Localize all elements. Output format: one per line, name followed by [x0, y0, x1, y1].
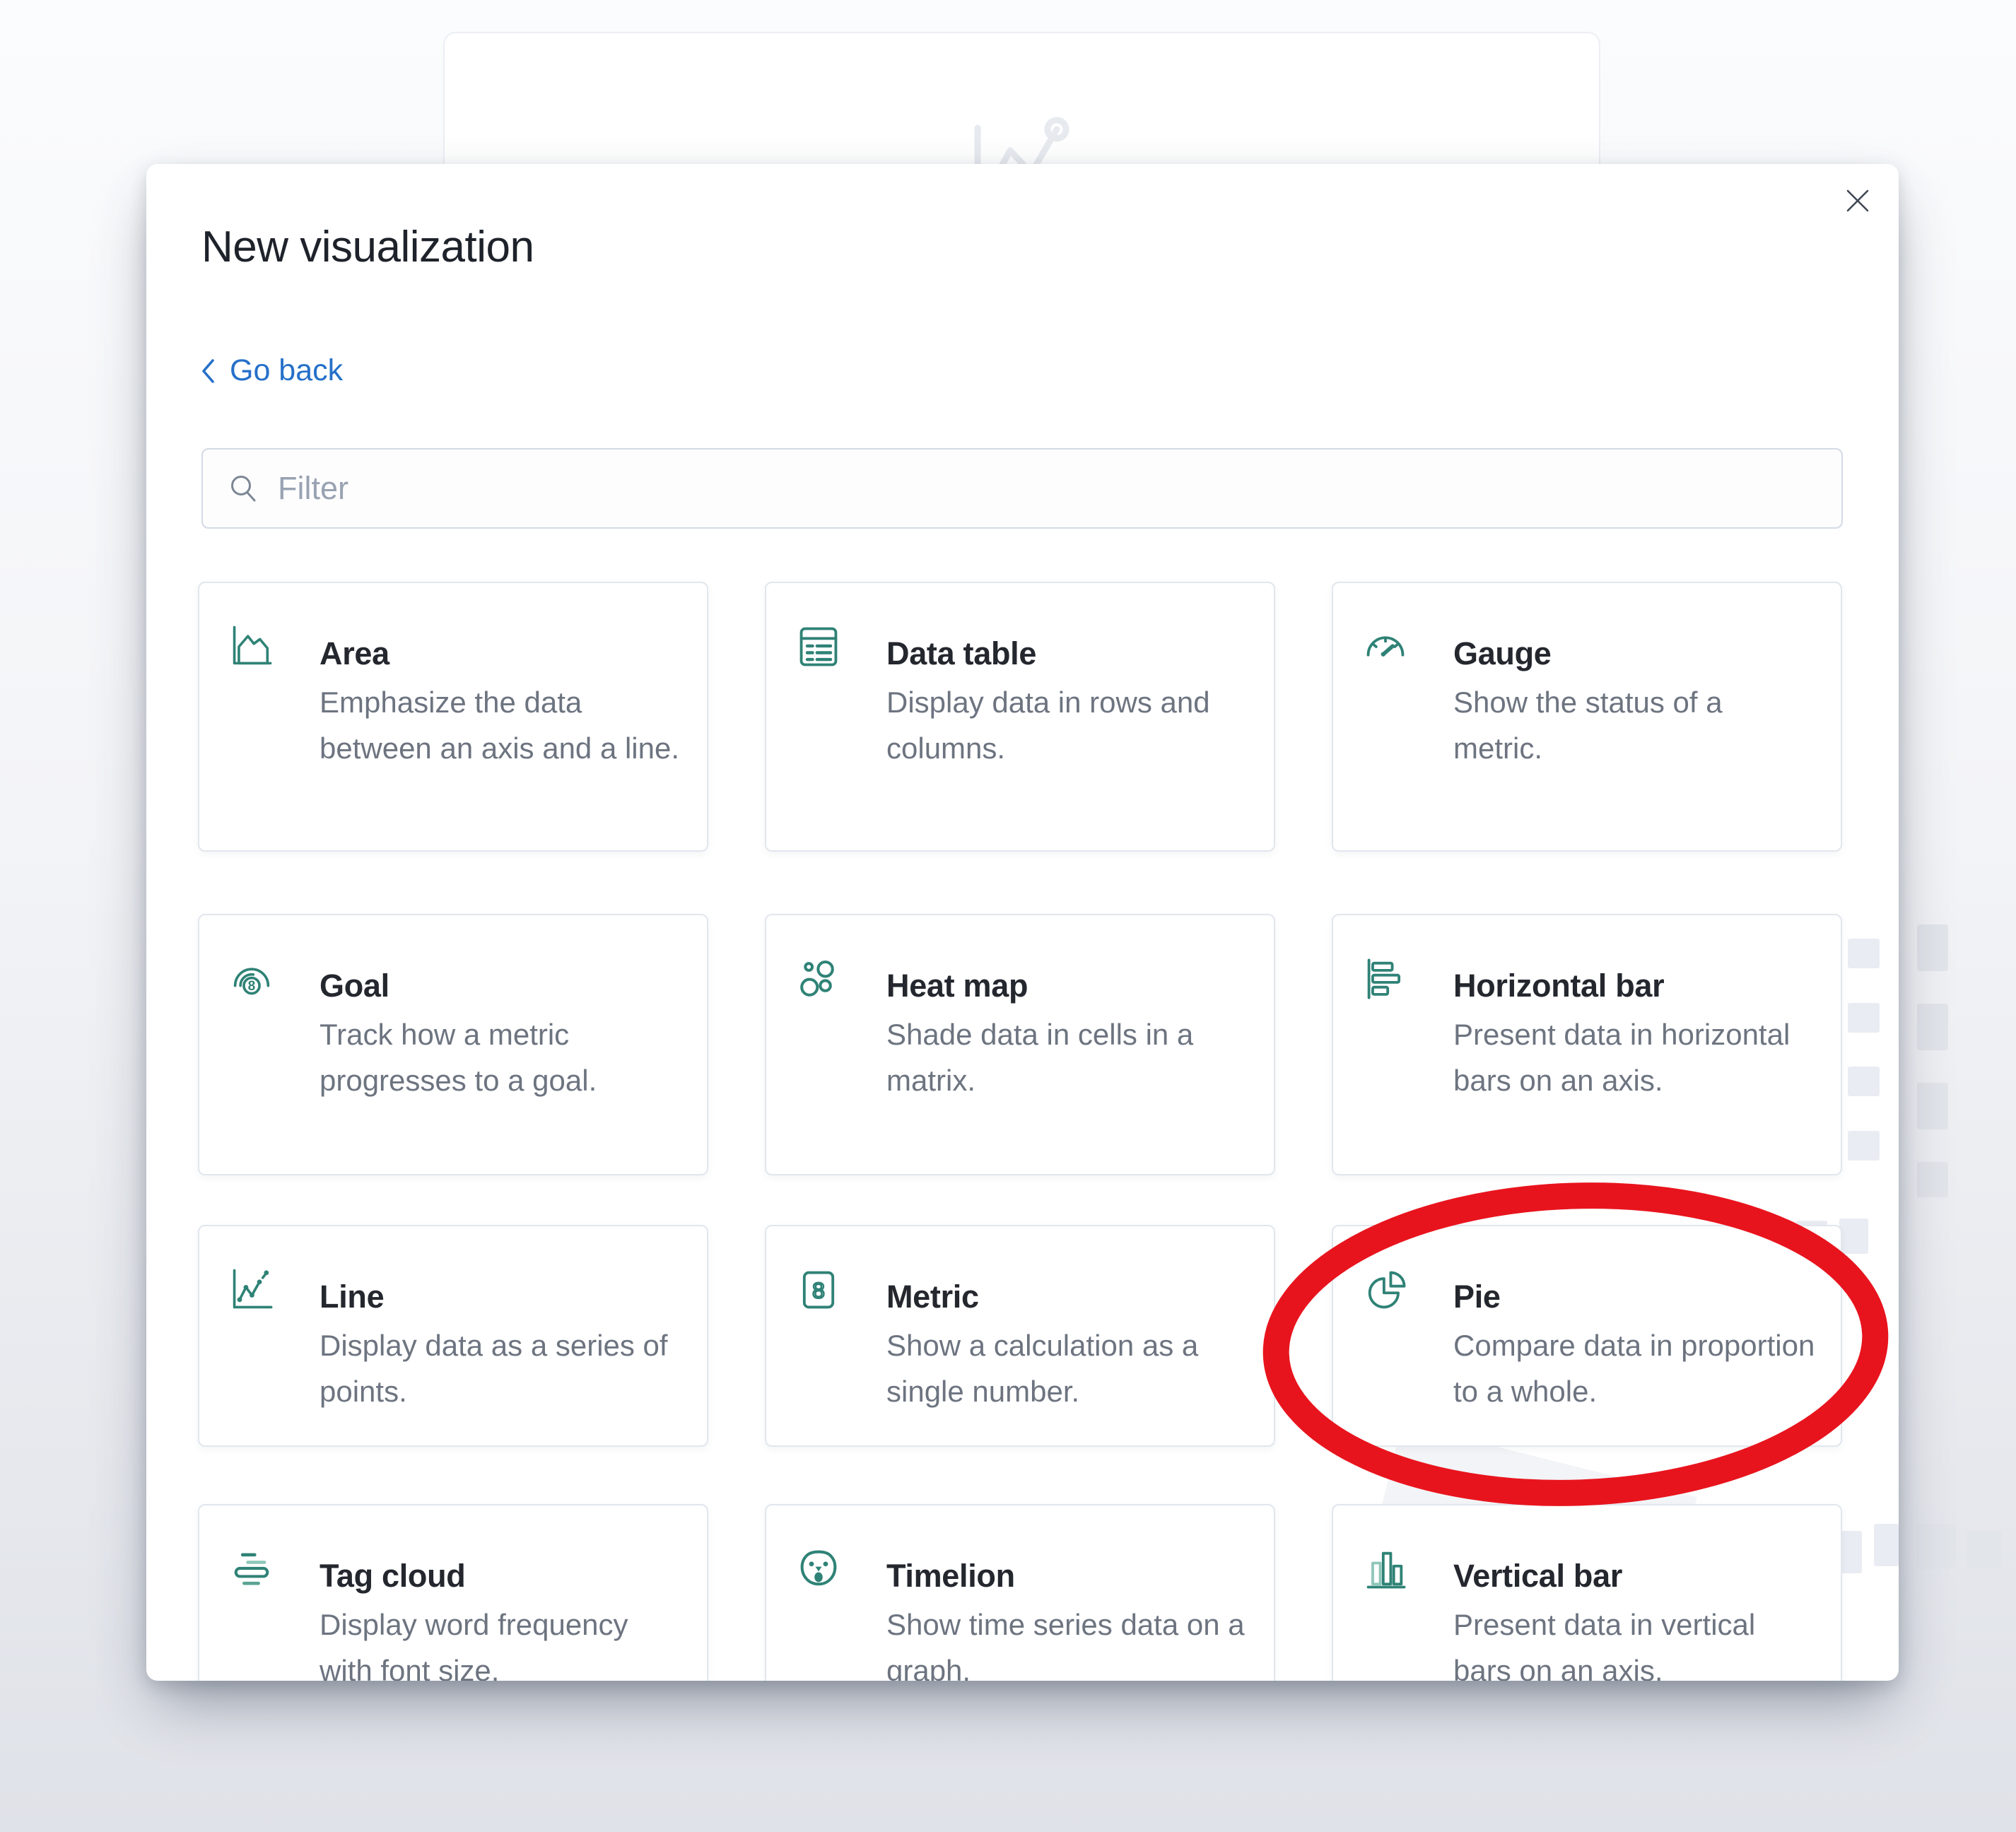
viz-card-description: Show a calculation as a single number. — [886, 1322, 1251, 1414]
viz-card-description: Present data in horizontal bars on an ax… — [1453, 1011, 1818, 1103]
viz-card-description: Compare data in proportion to a whole. — [1453, 1322, 1818, 1414]
filter-input[interactable] — [261, 450, 1841, 527]
svg-text:8: 8 — [812, 1278, 825, 1303]
modal-title: New visualization — [201, 222, 534, 272]
background-shape — [1848, 939, 1880, 968]
viz-card-gauge[interactable]: Gauge Show the status of a metric. — [1332, 582, 1842, 852]
goal-icon: 8 — [228, 955, 276, 1003]
viz-card-title: Line — [320, 1279, 384, 1315]
viz-card-heat-map[interactable]: Heat map Shade data in cells in a matrix… — [765, 914, 1275, 1175]
horizontal-bar-icon — [1361, 955, 1410, 1003]
viz-card-description: Emphasize the data between an axis and a… — [320, 679, 684, 771]
viz-card-description: Shade data in cells in a matrix. — [886, 1011, 1251, 1103]
viz-card-description: Show time series data on a graph. — [886, 1602, 1251, 1681]
background-shape — [1848, 1003, 1880, 1033]
viz-card-description: Display word frequency with font size. — [320, 1602, 684, 1681]
page: { "modal": { "title": "New visualization… — [0, 0, 2016, 1832]
filter-field — [201, 448, 1843, 529]
viz-card-data-table[interactable]: Data table Display data in rows and colu… — [765, 582, 1275, 852]
viz-card-description: Show the status of a metric. — [1453, 679, 1818, 771]
go-back-label: Go back — [230, 353, 343, 388]
chevron-left-icon — [199, 356, 217, 387]
viz-card-vertical-bar[interactable]: Vertical bar Present data in vertical ba… — [1332, 1504, 1842, 1681]
viz-card-tag-cloud[interactable]: Tag cloud Display word frequency with fo… — [198, 1504, 708, 1681]
data-table-icon — [795, 623, 843, 671]
viz-card-description: Track how a metric progresses to a goal. — [320, 1011, 684, 1103]
close-button[interactable] — [1839, 182, 1876, 219]
tag-cloud-icon — [228, 1545, 276, 1593]
viz-card-title: Tag cloud — [320, 1558, 465, 1595]
viz-card-goal[interactable]: 8 Goal Track how a metric progresses to … — [198, 914, 708, 1175]
background-shape — [1917, 1083, 1948, 1129]
viz-card-title: Metric — [886, 1279, 979, 1315]
viz-card-title: Timelion — [886, 1558, 1015, 1595]
viz-card-title: Data table — [886, 635, 1036, 672]
background-shape — [1917, 1162, 1948, 1197]
viz-card-title: Gauge — [1453, 635, 1552, 672]
viz-card-line[interactable]: Line Display data as a series of points. — [198, 1225, 708, 1447]
pie-icon — [1361, 1266, 1410, 1314]
gauge-icon — [1361, 623, 1410, 671]
go-back-link[interactable]: Go back — [199, 353, 343, 388]
vertical-bar-icon — [1361, 1545, 1410, 1593]
viz-card-description: Display data in rows and columns. — [886, 679, 1251, 771]
svg-text:8: 8 — [248, 979, 256, 994]
viz-card-horizontal-bar[interactable]: Horizontal bar Present data in horizonta… — [1332, 914, 1842, 1175]
viz-card-title: Area — [320, 635, 389, 672]
viz-card-title: Goal — [320, 968, 389, 1004]
viz-card-description: Present data in vertical bars on an axis… — [1453, 1602, 1818, 1681]
timelion-icon — [795, 1545, 843, 1593]
viz-card-timelion[interactable]: Timelion Show time series data on a grap… — [765, 1504, 1275, 1681]
area-icon — [228, 623, 276, 671]
close-icon — [1842, 185, 1873, 216]
heat-map-icon — [795, 955, 843, 1003]
viz-card-title: Vertical bar — [1453, 1558, 1622, 1595]
background-shape — [1917, 1524, 1957, 1569]
viz-card-area[interactable]: Area Emphasize the data between an axis … — [198, 582, 708, 852]
new-visualization-modal: New visualization Go back Area Emphasize… — [146, 164, 1899, 1681]
viz-card-metric[interactable]: 8 Metric Show a calculation as a single … — [765, 1225, 1275, 1447]
background-shape — [1917, 1004, 1948, 1050]
viz-card-pie[interactable]: Pie Compare data in proportion to a whol… — [1332, 1225, 1842, 1447]
line-icon — [228, 1266, 276, 1314]
metric-icon: 8 — [795, 1266, 843, 1314]
viz-card-description: Display data as a series of points. — [320, 1322, 684, 1414]
viz-card-title: Horizontal bar — [1453, 968, 1664, 1004]
background-shape — [1917, 924, 1948, 971]
search-icon — [227, 471, 261, 505]
viz-card-title: Pie — [1453, 1279, 1501, 1315]
viz-card-title: Heat map — [886, 968, 1028, 1004]
background-shape — [1967, 1531, 2002, 1569]
background-shape — [1848, 1067, 1880, 1096]
background-shape — [1848, 1131, 1880, 1161]
background-shape — [1839, 1219, 1868, 1254]
background-shape — [1874, 1524, 1899, 1566]
